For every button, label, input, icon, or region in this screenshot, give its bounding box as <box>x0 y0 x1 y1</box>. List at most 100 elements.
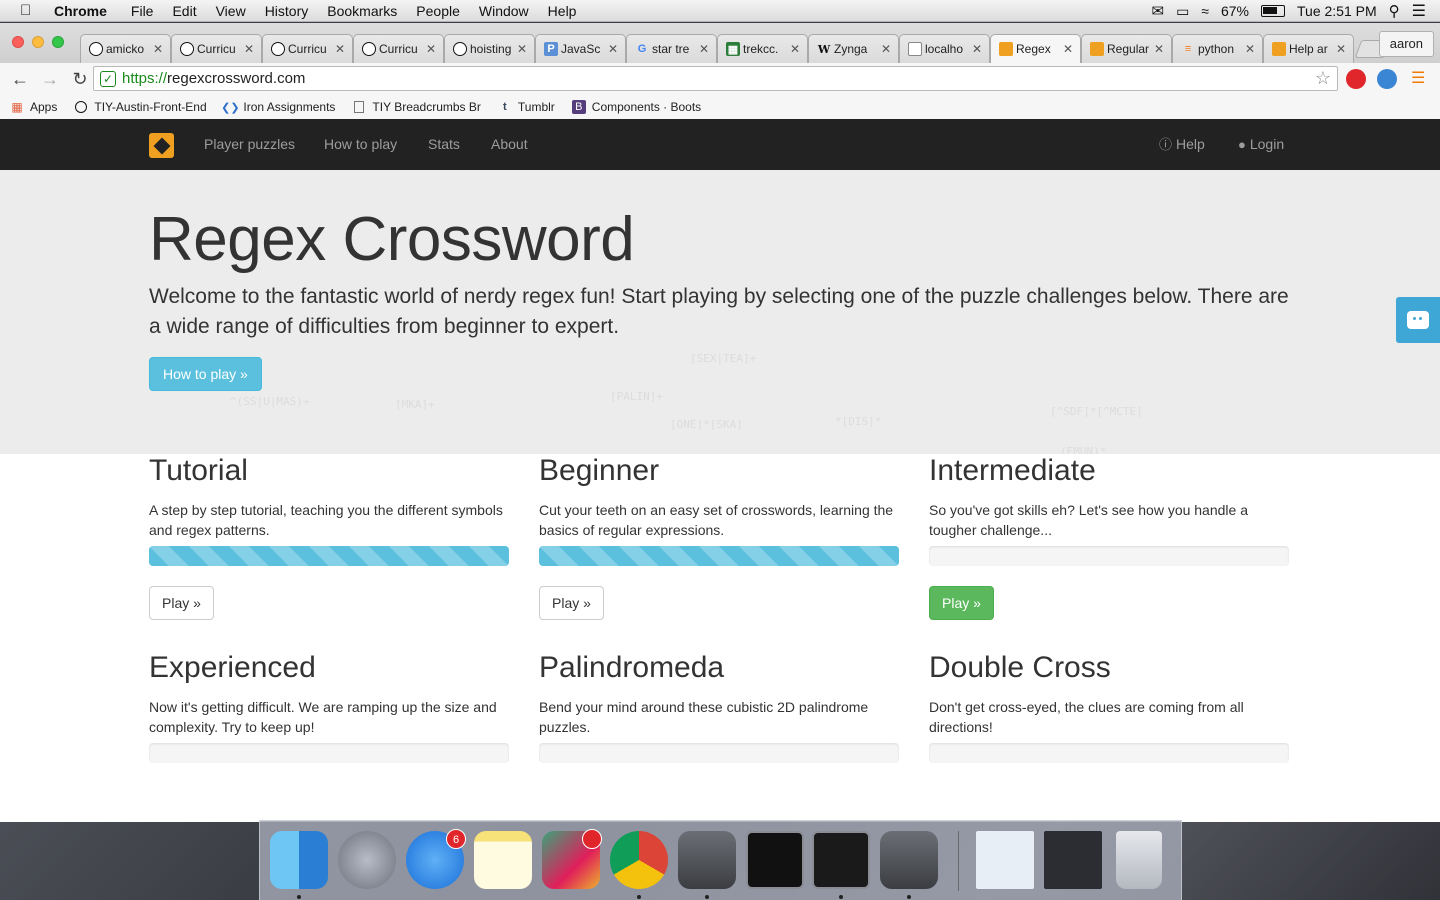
chrome-menu-icon[interactable]: ☰ <box>1411 68 1425 88</box>
browser-tab[interactable]: Curricu ✕ <box>171 34 262 63</box>
close-tab-icon[interactable]: ✕ <box>1063 42 1073 56</box>
terminal-icon[interactable] <box>812 831 870 889</box>
browser-tab[interactable]: P JavaSc ✕ <box>535 34 626 63</box>
browser-tab[interactable]: localho ✕ <box>899 34 990 63</box>
reload-button[interactable]: ↻ <box>70 69 90 90</box>
how-to-play-button[interactable]: How to play » <box>149 357 262 391</box>
browser-tab[interactable]: Gstar tre ✕ <box>626 34 717 63</box>
menubar-clock[interactable]: Tue 2:51 PM <box>1297 3 1377 19</box>
sublime-text-icon[interactable] <box>880 831 938 889</box>
browser-tab[interactable]: Regex ✕ <box>990 34 1081 63</box>
forward-button[interactable]: → <box>40 69 60 90</box>
close-tab-icon[interactable]: ✕ <box>790 42 800 56</box>
site-logo-icon[interactable] <box>149 133 174 158</box>
play-button[interactable]: Play » <box>149 586 214 620</box>
browser-tab[interactable]: Help ar ✕ <box>1263 34 1354 63</box>
tab-label: hoisting <box>470 42 512 56</box>
menu-bookmarks[interactable]: Bookmarks <box>327 3 397 19</box>
close-tab-icon[interactable]: ✕ <box>699 42 709 56</box>
notification-center-icon[interactable]: ☰ <box>1412 1 1426 21</box>
zoom-window-button[interactable] <box>52 36 64 48</box>
chrome-icon[interactable] <box>610 831 668 889</box>
browser-tab[interactable]: amicko ✕ <box>80 34 171 63</box>
nav-login[interactable]: ● Login <box>1238 119 1284 170</box>
puzzle-description: Don't get cross-eyed, the clues are comi… <box>929 699 1244 735</box>
terminal-icon[interactable] <box>746 831 804 889</box>
close-tab-icon[interactable]: ✕ <box>426 42 436 56</box>
url-scheme: https:// <box>122 70 168 87</box>
close-tab-icon[interactable]: ✕ <box>881 42 891 56</box>
notes-icon[interactable] <box>474 831 532 889</box>
menu-file[interactable]: File <box>131 3 154 19</box>
wifi-icon[interactable]: ≈ <box>1201 3 1209 19</box>
menu-view[interactable]: View <box>216 3 246 19</box>
browser-tab[interactable]: hoisting ✕ <box>444 34 535 63</box>
back-button[interactable]: ← <box>10 69 30 90</box>
bookmark-item[interactable]: ▦ Apps <box>10 100 57 114</box>
play-button[interactable]: Play » <box>539 586 604 620</box>
browser-tab[interactable]: ≡ python ✕ <box>1172 34 1263 63</box>
minimize-window-button[interactable] <box>32 36 44 48</box>
trash-icon[interactable] <box>1116 831 1162 889</box>
menu-help[interactable]: Help <box>548 3 577 19</box>
documents-stack-icon[interactable] <box>1044 831 1102 889</box>
decorative-regex-background: [SEX|TEA]+ <box>690 352 757 365</box>
browser-tab[interactable]: Curricu ✕ <box>353 34 444 63</box>
globe-extension-icon[interactable] <box>1377 69 1397 89</box>
nav-about[interactable]: About <box>491 119 528 170</box>
airplay-icon[interactable]: ▭ <box>1176 3 1189 20</box>
bookmark-item[interactable]: TIY-Austin-Front-End <box>74 100 206 114</box>
nav-player-puzzles[interactable]: Player puzzles <box>204 119 295 170</box>
browser-tab[interactable]: Regular ✕ <box>1081 34 1172 63</box>
blue-arrows-icon: ❮❯ <box>221 101 240 114</box>
menu-history[interactable]: History <box>265 3 309 19</box>
menu-window[interactable]: Window <box>479 3 529 19</box>
decorative-regex-background: [PALIN]+ <box>610 390 663 403</box>
close-window-button[interactable] <box>12 36 24 48</box>
close-tab-icon[interactable]: ✕ <box>517 42 527 56</box>
close-tab-icon[interactable]: ✕ <box>608 42 618 56</box>
page-title: Regex Crossword <box>149 205 635 274</box>
browser-tab[interactable]: ▦ trekcc. ✕ <box>717 34 808 63</box>
play-button[interactable]: Play » <box>929 586 994 620</box>
close-tab-icon[interactable]: ✕ <box>335 42 345 56</box>
downloads-stack-icon[interactable] <box>976 831 1034 889</box>
spotlight-icon[interactable]: ⚲ <box>1389 2 1400 20</box>
browser-tab[interactable]: Curricu ✕ <box>262 34 353 63</box>
bookmark-star-icon[interactable]: ☆ <box>1315 68 1331 89</box>
puzzle-progress-bar <box>929 546 1289 566</box>
close-tab-icon[interactable]: ✕ <box>1336 42 1346 56</box>
close-tab-icon[interactable]: ✕ <box>972 42 982 56</box>
close-tab-icon[interactable]: ✕ <box>153 42 163 56</box>
nav-help[interactable]: ⓘ Help <box>1159 119 1205 170</box>
close-tab-icon[interactable]: ✕ <box>244 42 254 56</box>
nav-how-to-play[interactable]: How to play <box>324 119 397 170</box>
menu-people[interactable]: People <box>416 3 460 19</box>
menu-app-name[interactable]: Chrome <box>54 3 107 19</box>
tab-label: Regular <box>1107 42 1150 56</box>
nav-stats[interactable]: Stats <box>428 119 460 170</box>
bookmark-item[interactable]: t Tumblr <box>498 100 555 114</box>
menu-edit[interactable]: Edit <box>172 3 196 19</box>
finder-icon[interactable] <box>270 831 328 889</box>
mail-icon[interactable]: ✉ <box>1151 2 1164 20</box>
feedback-widget-button[interactable] <box>1396 297 1440 343</box>
close-tab-icon[interactable]: ✕ <box>1245 42 1255 56</box>
sublime-text-icon[interactable] <box>678 831 736 889</box>
tumblr-icon: t <box>503 101 507 113</box>
bookmark-item[interactable]: ❮❯ Iron Assignments <box>221 100 335 114</box>
profile-button[interactable]: aaron <box>1378 31 1434 57</box>
adblock-extension-icon[interactable] <box>1346 69 1366 89</box>
address-bar[interactable]: ✓ https:// regexcrossword.com ☆ <box>93 66 1338 91</box>
launchpad-icon[interactable] <box>338 831 396 889</box>
bookmark-label: TIY Breadcrumbs Br <box>372 100 481 114</box>
battery-icon[interactable] <box>1261 5 1286 17</box>
lock-icon[interactable]: ✓ <box>100 70 116 87</box>
apple-icon[interactable]:  <box>20 2 38 19</box>
bookmark-item[interactable]: TIY Breadcrumbs Br <box>352 100 481 114</box>
puzzle-card: Experienced Now it's getting difficult. W… <box>149 651 509 763</box>
close-tab-icon[interactable]: ✕ <box>1154 42 1164 56</box>
bookmark-item[interactable]: B Components · Boots <box>571 100 701 114</box>
bookmark-label: TIY-Austin-Front-End <box>94 100 207 114</box>
browser-tab[interactable]: W Zynga ✕ <box>808 34 899 63</box>
